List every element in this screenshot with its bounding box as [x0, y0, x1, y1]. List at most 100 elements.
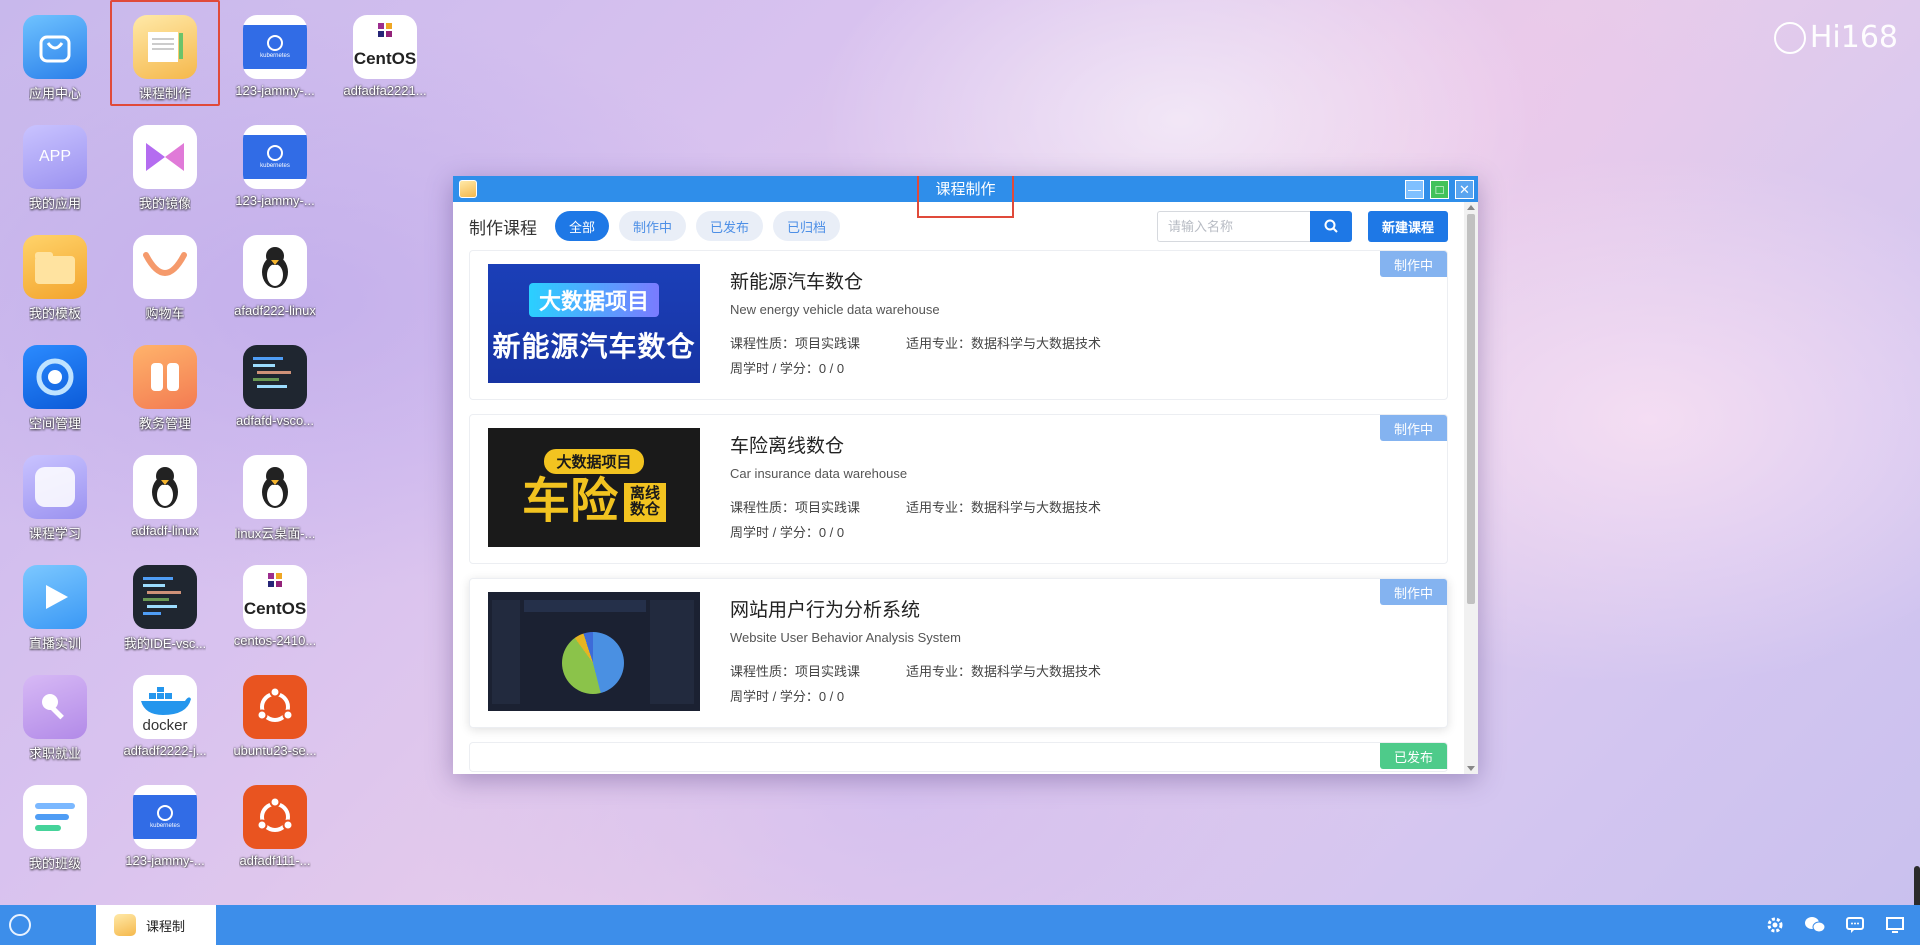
- desktop-icon-course-making[interactable]: 课程制作: [110, 0, 220, 106]
- bear-logo-icon: [9, 914, 31, 936]
- close-button[interactable]: ✕: [1455, 180, 1474, 199]
- course-card-partial[interactable]: 已发布: [469, 742, 1448, 772]
- toolbar-heading: 制作课程: [469, 218, 537, 238]
- desktop-icon-my-images[interactable]: 我的镜像: [110, 110, 220, 216]
- desktop-icon-123-jammy-3[interactable]: kubernetes 123-jammy-...: [110, 770, 220, 876]
- thumb-line2: 新能源汽车数仓: [492, 330, 696, 362]
- desktop-icon-adfadf-linux[interactable]: adfadf-linux: [110, 440, 220, 546]
- document-icon: [114, 914, 136, 936]
- icon-label: adfadf111-...: [239, 853, 311, 868]
- course-major: 适用专业：数据科学与大数据技术: [906, 664, 1102, 679]
- desktop-icon-123-jammy-1[interactable]: kubernetes 123-jammy-...: [220, 0, 330, 106]
- bear-logo-icon: [1773, 21, 1806, 54]
- monitor-icon[interactable]: [1884, 914, 1906, 936]
- desktop-icon-adfadf2222[interactable]: docker adfadf2222-j...: [110, 660, 220, 766]
- course-thumbnail: 大数据项目 车险 离线数仓: [488, 428, 700, 547]
- app-icon: APP: [23, 125, 87, 189]
- desktop-icon-adfadf111[interactable]: adfadf111-...: [220, 770, 330, 876]
- folder-icon: [23, 235, 87, 299]
- filter-all[interactable]: 全部: [555, 211, 610, 241]
- chat-icon[interactable]: [1844, 914, 1866, 936]
- desktop-icon-afadf222-linux[interactable]: afadf222-linux: [220, 220, 330, 326]
- search-button[interactable]: [1309, 210, 1352, 242]
- desktop-icon-linux-cloud[interactable]: linux云桌面-...: [220, 440, 330, 546]
- icon-label: 我的班级: [28, 856, 81, 871]
- window-scrollbar[interactable]: [1464, 202, 1478, 774]
- course-english-name: New energy vehicle data warehouse: [730, 302, 940, 317]
- icon-label: 我的应用: [28, 196, 81, 211]
- desktop-icon-adfafd-vscode[interactable]: adfafd-vsco...: [220, 330, 330, 436]
- search-input[interactable]: [1156, 210, 1310, 242]
- system-tray: [1764, 905, 1906, 945]
- window-content: 制作课程 全部 制作中 已发布 已归档 新建课程 大数据项目 新能源汽车数仓 新…: [453, 202, 1464, 774]
- maximize-button[interactable]: □: [1430, 180, 1449, 199]
- thumb-line1: 大数据项目: [528, 282, 659, 317]
- window-titlebar[interactable]: 课程制作 — □ ✕: [453, 176, 1478, 218]
- icon-label: 求职就业: [28, 746, 81, 761]
- desktop-icon-ubuntu23[interactable]: ubuntu23-se...: [220, 660, 330, 766]
- brand-logo: Hi168: [1773, 20, 1898, 55]
- desktop-icon-my-ide[interactable]: 我的IDE-vsc...: [110, 550, 220, 656]
- course-card[interactable]: 大数据项目 新能源汽车数仓 新能源汽车数仓 New energy vehicle…: [469, 250, 1448, 400]
- desktop-icon-centos[interactable]: CentOS centos-2410...: [220, 550, 330, 656]
- scroll-up-icon[interactable]: [1467, 205, 1475, 210]
- filter-in-progress[interactable]: 制作中: [619, 211, 687, 241]
- icon-label: ubuntu23-se...: [233, 743, 317, 758]
- course-making-window: 课程制作 — □ ✕ 制作课程 全部 制作中 已发布 已归档 新建课程: [453, 176, 1478, 774]
- minimize-button[interactable]: —: [1405, 180, 1424, 199]
- course-thumbnail: 大数据项目 新能源汽车数仓: [488, 264, 700, 383]
- course-hours: 周学时 / 学分：0 / 0: [730, 689, 845, 704]
- course-name[interactable]: 车险离线数仓: [730, 431, 1101, 458]
- thumb-small-text: 离线数仓: [624, 482, 666, 522]
- docker-text: docker: [142, 717, 188, 734]
- icon-label: 123-jammy-...: [125, 853, 205, 868]
- smile-icon: [133, 235, 197, 299]
- desktop-icon-123-jammy-2[interactable]: kubernetes 123-jammy-...: [220, 110, 330, 216]
- thumb-line1: 大数据项目: [544, 449, 644, 474]
- wechat-icon[interactable]: [1804, 914, 1826, 936]
- desktop-icon-my-apps[interactable]: APP 我的应用: [0, 110, 110, 216]
- desktop-icon-adfadfa2221[interactable]: CentOS adfadfa2221...: [330, 0, 440, 106]
- icon-label: 教务管理: [138, 416, 191, 431]
- kubernetes-icon: kubernetes: [243, 125, 307, 189]
- dashboard-pie-icon: [562, 632, 624, 694]
- desktop-icon-my-class[interactable]: 我的班级: [0, 770, 110, 876]
- desktop-icon-course-study[interactable]: 课程学习: [0, 440, 110, 546]
- new-course-button[interactable]: 新建课程: [1367, 210, 1448, 242]
- course-card[interactable]: 网站用户行为分析系统 Website User Behavior Analysi…: [469, 578, 1448, 728]
- desktop-icon-my-templates[interactable]: 我的模板: [0, 220, 110, 326]
- gear-icon[interactable]: [1764, 914, 1786, 936]
- status-badge: 制作中: [1379, 579, 1447, 605]
- start-button[interactable]: [0, 905, 40, 945]
- icon-label: adfafd-vsco...: [235, 413, 315, 428]
- desktop-icon-cart[interactable]: 购物车: [110, 220, 220, 326]
- desktop-icon-space-manage[interactable]: 空间管理: [0, 330, 110, 436]
- taskbar-item-course-making[interactable]: 课程制: [96, 905, 216, 945]
- code-editor-icon: [133, 565, 197, 629]
- desktop-icon-live-training[interactable]: 直播实训: [0, 550, 110, 656]
- icon-label: 应用中心: [28, 86, 81, 101]
- penguin-icon: [243, 235, 307, 299]
- scroll-down-icon[interactable]: [1467, 766, 1475, 771]
- kubernetes-icon: kubernetes: [243, 15, 307, 79]
- icon-label: 123-jammy-...: [235, 83, 315, 98]
- desktop-icon-app-center[interactable]: 应用中心: [0, 0, 110, 106]
- bowtie-icon: [133, 125, 197, 189]
- scroll-thumb[interactable]: [1467, 214, 1475, 604]
- course-type: 课程性质：项目实践课: [730, 664, 861, 679]
- course-card[interactable]: 大数据项目 车险 离线数仓 车险离线数仓 Car insurance data …: [469, 414, 1448, 564]
- icon-label: adfadfa2221...: [343, 83, 427, 98]
- kubernetes-icon: kubernetes: [133, 785, 197, 849]
- status-badge: 制作中: [1379, 251, 1447, 277]
- course-name[interactable]: 新能源汽车数仓: [730, 267, 1101, 294]
- status-badge: 制作中: [1379, 415, 1447, 441]
- centos-icon: CentOS: [243, 565, 307, 629]
- pages-icon: [133, 345, 197, 409]
- desktop-icon-edu-manage[interactable]: 教务管理: [110, 330, 220, 436]
- desktop-icon-job[interactable]: 求职就业: [0, 660, 110, 766]
- filter-archived[interactable]: 已归档: [773, 211, 841, 241]
- square-icon: [23, 455, 87, 519]
- filter-published[interactable]: 已发布: [696, 211, 764, 241]
- course-name[interactable]: 网站用户行为分析系统: [730, 595, 1101, 622]
- course-type: 课程性质：项目实践课: [730, 500, 861, 515]
